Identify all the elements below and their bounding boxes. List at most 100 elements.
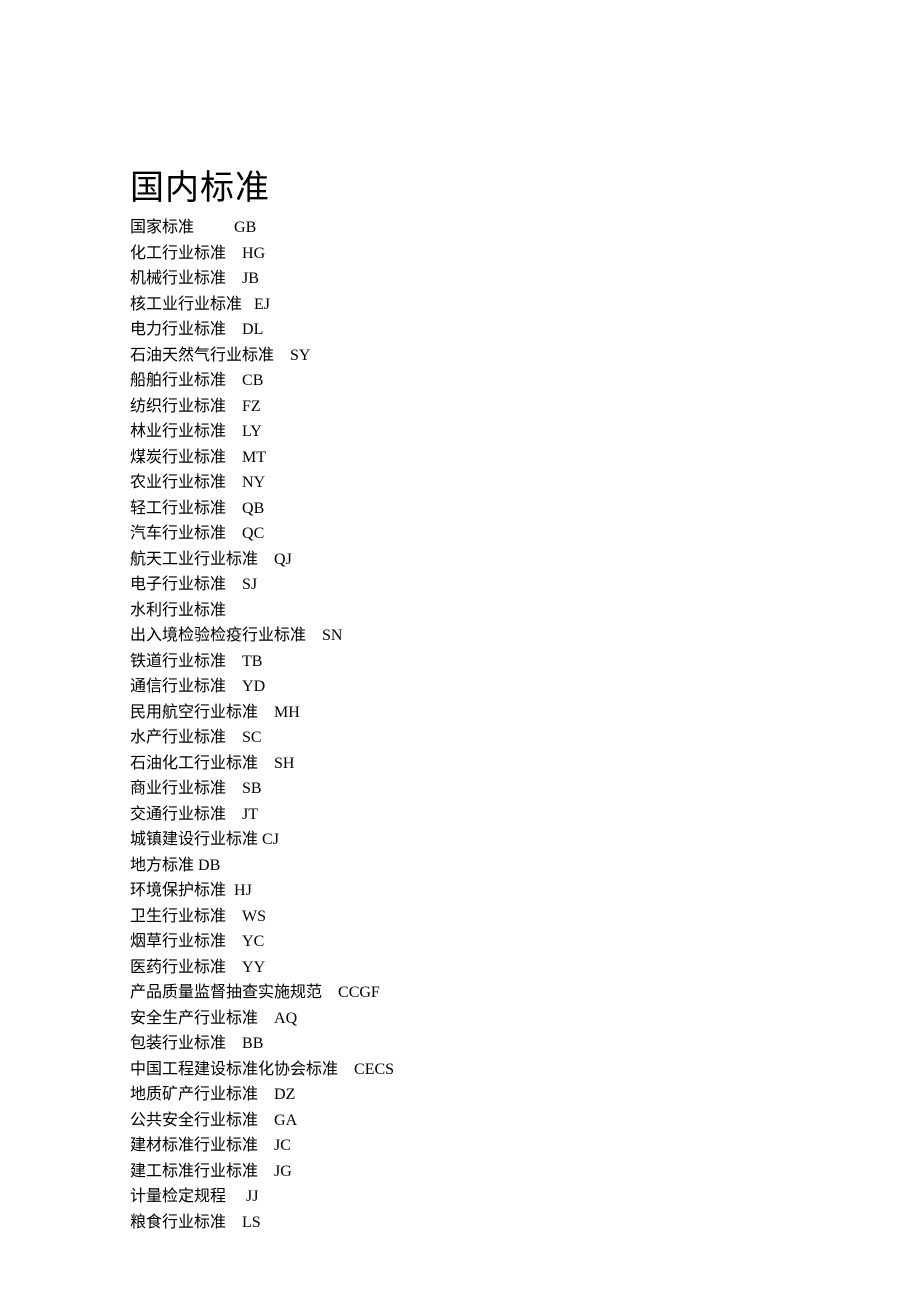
list-item: 化工行业标准 HG [130,241,920,267]
list-item: 轻工行业标准 QB [130,496,920,522]
list-item: 出入境检验检疫行业标准 SN [130,623,920,649]
standard-name: 煤炭行业标准 [130,449,226,466]
standard-code: YD [242,678,265,695]
list-item: 粮食行业标准 LS [130,1210,920,1236]
standard-code: QB [242,500,264,517]
standard-code: QC [242,525,264,542]
list-item: 汽车行业标准 QC [130,521,920,547]
standard-name: 轻工行业标准 [130,500,226,517]
standard-name: 船舶行业标准 [130,372,226,389]
standard-name: 出入境检验检疫行业标准 [130,627,306,644]
standard-name: 汽车行业标准 [130,525,226,542]
gap [226,959,242,976]
gap [226,1214,242,1231]
standard-code: WS [242,908,266,925]
gap [226,321,242,338]
standard-name: 化工行业标准 [130,245,226,262]
list-item: 纺织行业标准 FZ [130,394,920,420]
list-item: 烟草行业标准 YC [130,929,920,955]
list-item: 电子行业标准 SJ [130,572,920,598]
standard-code: MT [242,449,266,466]
list-item: 城镇建设行业标准 CJ [130,827,920,853]
gap [226,780,242,797]
standard-code: LY [242,423,262,440]
standard-code: SB [242,780,262,797]
list-item: 卫生行业标准 WS [130,904,920,930]
list-item: 医药行业标准 YY [130,955,920,981]
gap [226,245,242,262]
standard-code: CB [242,372,263,389]
standard-code: JJ [246,1188,258,1205]
standard-code: BB [242,1035,263,1052]
gap [258,1137,274,1154]
list-item: 地质矿产行业标准 DZ [130,1082,920,1108]
standard-code: YC [242,933,264,950]
standard-code: HJ [234,882,252,899]
gap [258,1163,274,1180]
standard-code: SN [322,627,342,644]
standard-code: DL [242,321,263,338]
list-item: 安全生产行业标准 AQ [130,1006,920,1032]
standard-name: 水利行业标准 [130,602,226,619]
standard-name: 粮食行业标准 [130,1214,226,1231]
standard-code: AQ [274,1010,297,1027]
standard-name: 医药行业标准 [130,959,226,976]
gap [226,882,234,899]
standard-code: LS [242,1214,261,1231]
standard-code: JC [274,1137,291,1154]
standard-name: 产品质量监督抽查实施规范 [130,984,322,1001]
standard-code: CJ [262,831,279,848]
standard-name: 农业行业标准 [130,474,226,491]
list-item: 国家标准 GB [130,215,920,241]
gap [226,1035,242,1052]
list-item: 石油天然气行业标准 SY [130,343,920,369]
standard-code: TB [242,653,262,670]
gap [258,1112,274,1129]
gap [338,1061,354,1078]
standard-name: 林业行业标准 [130,423,226,440]
list-item: 水产行业标准 SC [130,725,920,751]
list-item: 水利行业标准 [130,598,920,624]
standard-code: NY [242,474,265,491]
gap [258,704,274,721]
list-item: 煤炭行业标准 MT [130,445,920,471]
standard-name: 通信行业标准 [130,678,226,695]
standard-name: 民用航空行业标准 [130,704,258,721]
list-item: 建材标准行业标准 JC [130,1133,920,1159]
standard-name: 电子行业标准 [130,576,226,593]
standard-code: SY [290,347,310,364]
standard-name: 公共安全行业标准 [130,1112,258,1129]
list-item: 中国工程建设标准化协会标准 CECS [130,1057,920,1083]
standard-code: JT [242,806,258,823]
gap [258,551,274,568]
list-item: 建工标准行业标准 JG [130,1159,920,1185]
list-item: 林业行业标准 LY [130,419,920,445]
gap [274,347,290,364]
standard-name: 地质矿产行业标准 [130,1086,258,1103]
standard-code: HG [242,245,265,262]
list-item: 船舶行业标准 CB [130,368,920,394]
standard-name: 纺织行业标准 [130,398,226,415]
gap [226,729,242,746]
gap [226,474,242,491]
standard-code: SH [274,755,294,772]
standard-code: FZ [242,398,261,415]
list-item: 产品质量监督抽查实施规范 CCGF [130,980,920,1006]
gap [226,500,242,517]
gap [226,576,242,593]
standard-name: 电力行业标准 [130,321,226,338]
standard-name: 环境保护标准 [130,882,226,899]
standard-code: JG [274,1163,292,1180]
standard-name: 建工标准行业标准 [130,1163,258,1180]
gap [226,806,242,823]
gap [226,423,242,440]
gap [226,449,242,466]
gap [226,678,242,695]
list-item: 机械行业标准 JB [130,266,920,292]
standard-name: 计量检定规程 [130,1188,226,1205]
standard-name: 航天工业行业标准 [130,551,258,568]
gap [226,1188,246,1205]
standard-name: 中国工程建设标准化协会标准 [130,1061,338,1078]
list-item: 通信行业标准 YD [130,674,920,700]
standard-code: MH [274,704,300,721]
